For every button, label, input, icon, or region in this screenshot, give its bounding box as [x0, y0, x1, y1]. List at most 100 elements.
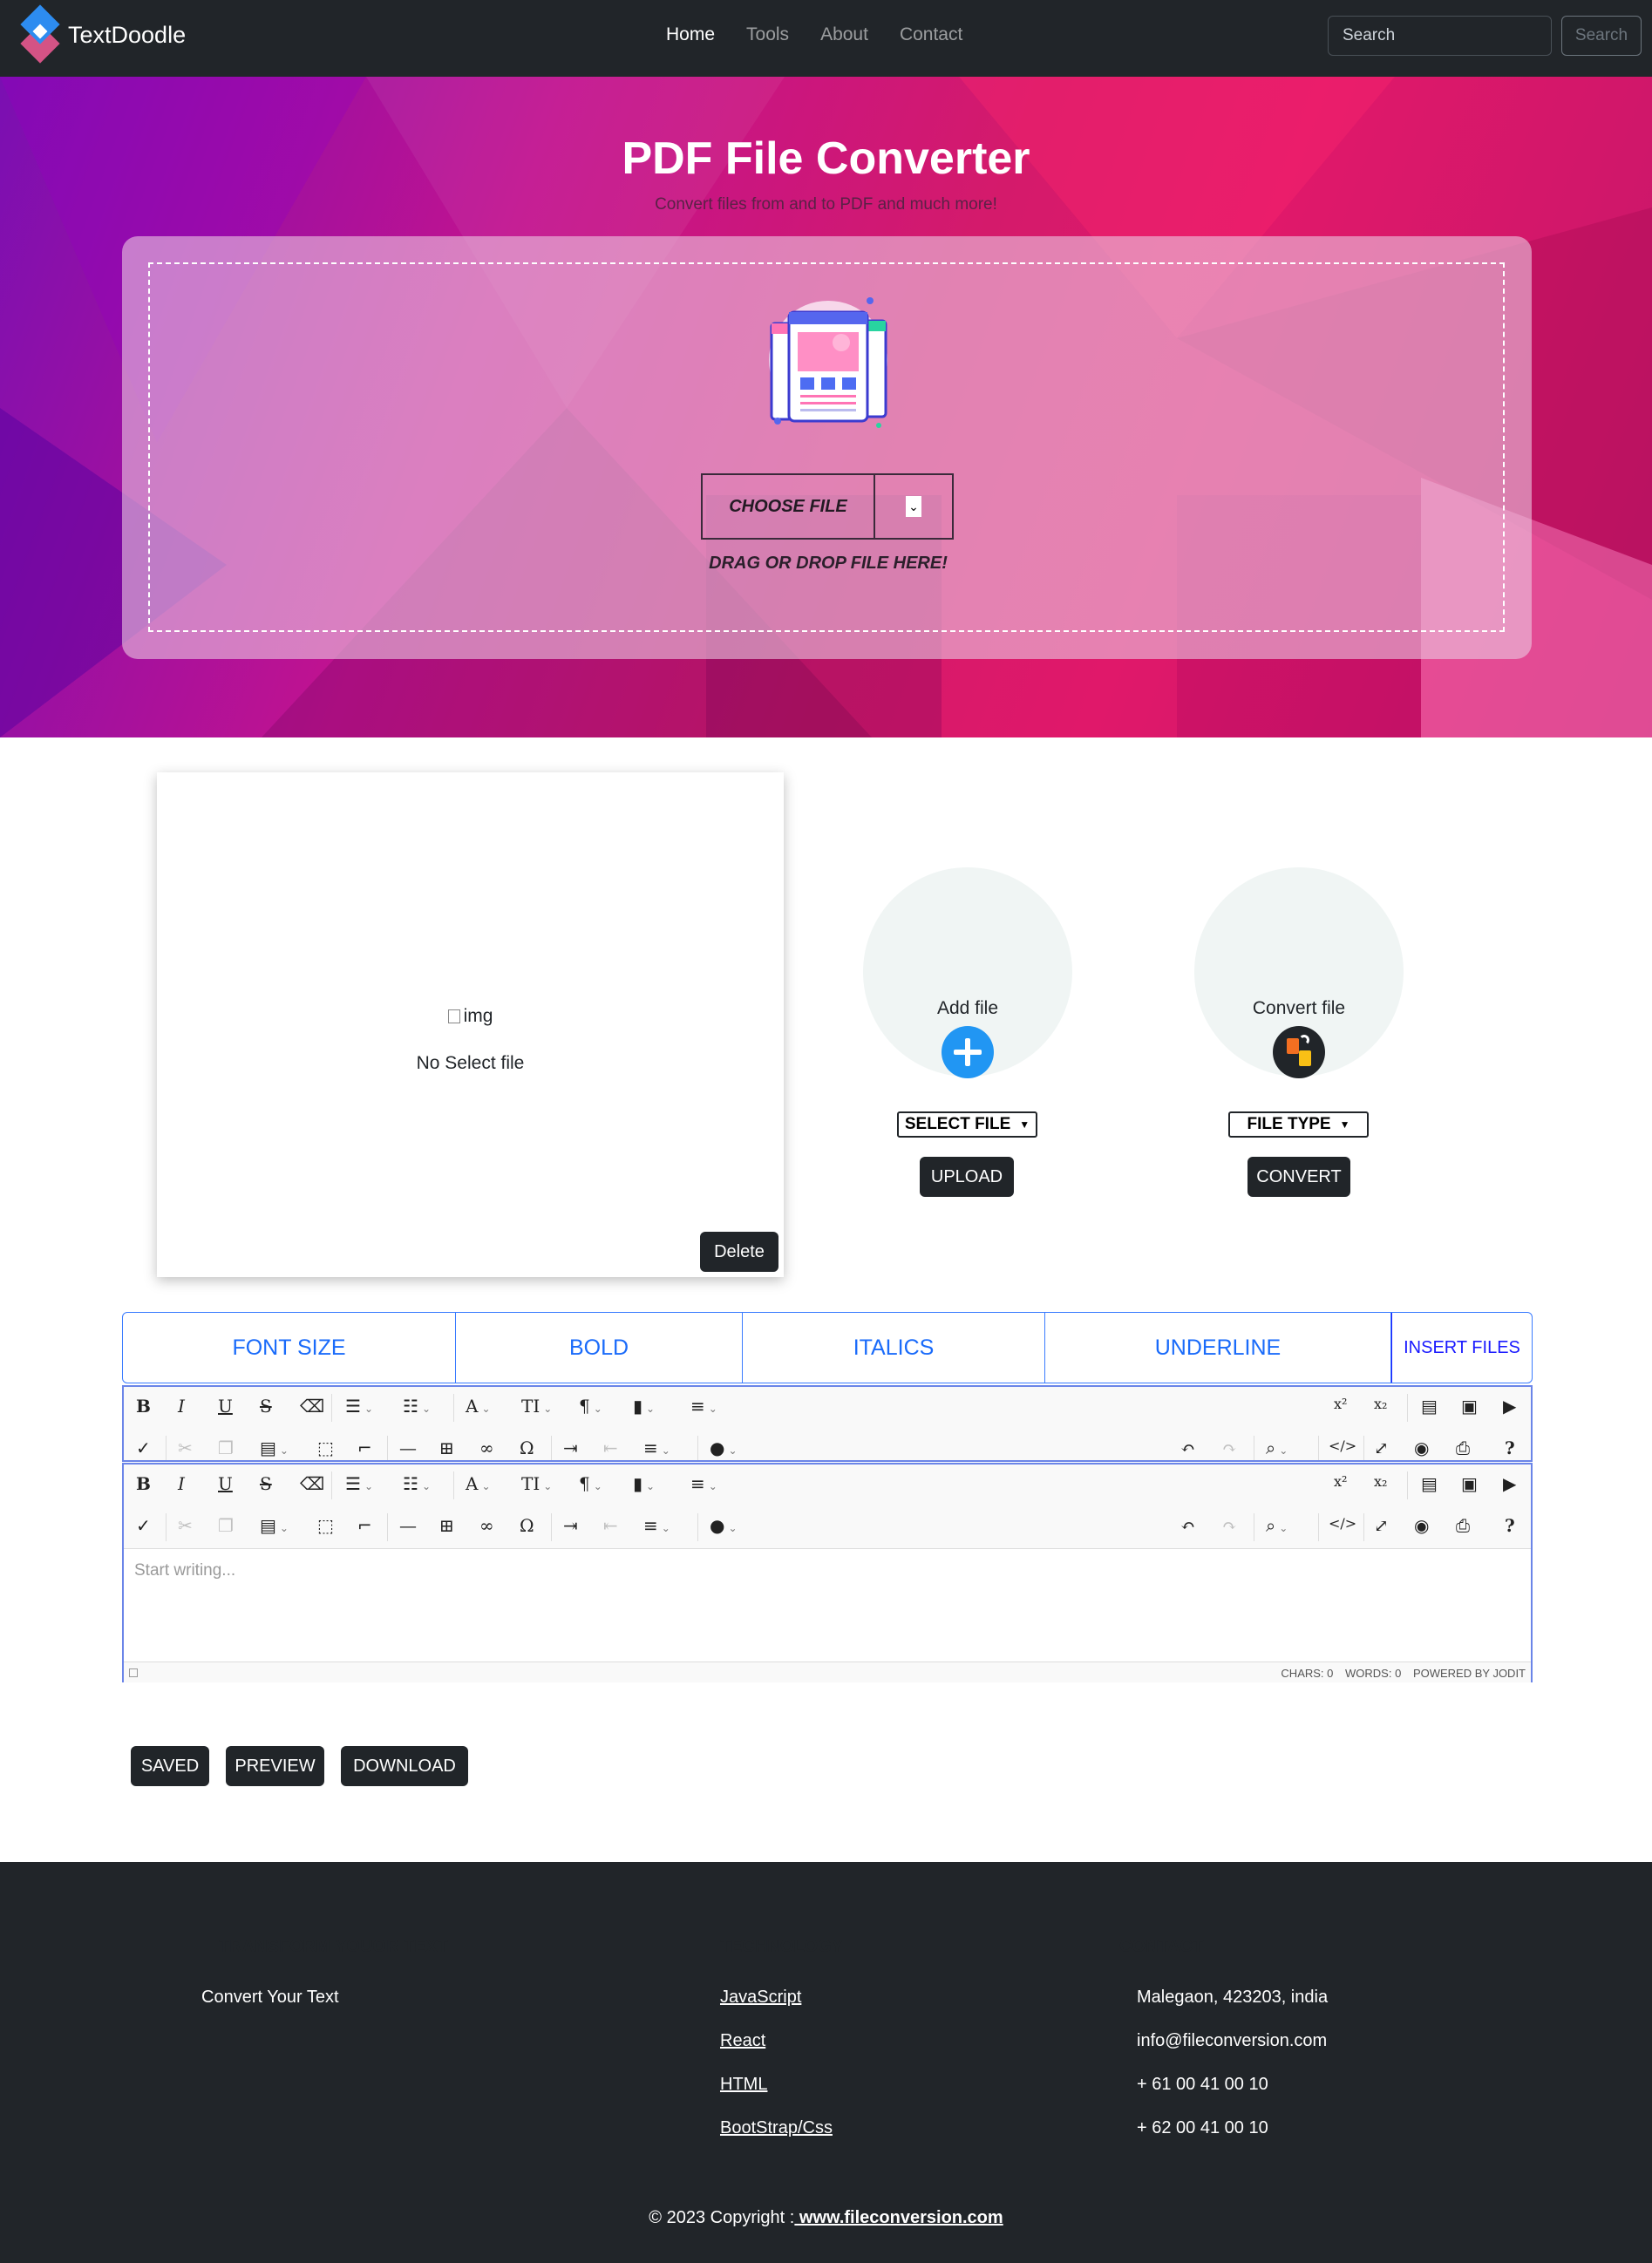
select-all-icon[interactable]: ⬚ — [317, 1515, 334, 1539]
fullsize-icon[interactable]: ⤢ — [1374, 1437, 1389, 1460]
paragraph-icon[interactable]: ¶ ⌄ — [579, 1396, 602, 1420]
horizontal-rule-icon[interactable]: — — [399, 1515, 417, 1539]
copy-icon[interactable]: ❐ — [218, 1437, 234, 1460]
download-button[interactable]: DOWNLOAD — [341, 1746, 468, 1786]
numbered-list-icon[interactable]: ☷ ⌄ — [403, 1473, 431, 1498]
brush-icon[interactable]: ● ⌄ — [710, 1515, 738, 1539]
image-icon[interactable]: ▣ — [1461, 1396, 1478, 1420]
help-icon[interactable]: ? — [1505, 1515, 1515, 1539]
superscript-icon[interactable]: x² — [1334, 1396, 1347, 1420]
underline-icon[interactable]: U — [218, 1396, 233, 1420]
search-input[interactable] — [1328, 16, 1552, 56]
bold-icon[interactable]: B — [136, 1473, 151, 1498]
copy-format-icon[interactable]: ⌐ — [357, 1437, 372, 1460]
link-icon[interactable]: ∞ — [479, 1515, 494, 1539]
spellcheck-icon[interactable]: ✓ — [136, 1437, 151, 1460]
video-icon[interactable]: ▶ — [1503, 1473, 1516, 1498]
brush-icon[interactable]: ● ⌄ — [710, 1437, 738, 1460]
tab-font-size[interactable]: FONT SIZE — [123, 1313, 456, 1383]
footer-link-javascript[interactable]: JavaScript — [720, 1988, 801, 2008]
subscript-icon[interactable]: x₂ — [1374, 1473, 1387, 1498]
italic-icon[interactable]: I — [178, 1473, 185, 1498]
nav-link-tools[interactable]: Tools — [746, 24, 789, 45]
editor-area[interactable]: Start writing... — [124, 1548, 1531, 1662]
choose-file-button[interactable]: CHOOSE FILE — [701, 473, 874, 540]
video-icon[interactable]: ▶ — [1503, 1396, 1516, 1420]
footer-link-react[interactable]: React — [720, 2031, 765, 2051]
strikethrough-icon[interactable]: S — [260, 1396, 272, 1420]
nav-link-home[interactable]: Home — [666, 24, 715, 45]
classes-icon[interactable]: ▮ ⌄ — [633, 1396, 655, 1420]
find-icon[interactable]: ⌕ ⌄ — [1266, 1515, 1288, 1539]
indent-icon[interactable]: ⇥ — [563, 1437, 578, 1460]
numbered-list-icon[interactable]: ☷ ⌄ — [403, 1396, 431, 1420]
bullet-list-icon[interactable]: ☰ ⌄ — [345, 1473, 373, 1498]
select-all-icon[interactable]: ⬚ — [317, 1437, 334, 1460]
indent-icon[interactable]: ⇥ — [563, 1515, 578, 1539]
cut-icon[interactable]: ✂ — [178, 1515, 193, 1539]
align-icon[interactable]: ≡ ⌄ — [643, 1515, 670, 1539]
outdent-icon[interactable]: ⇤ — [603, 1515, 618, 1539]
footer-link-bootstrap[interactable]: BootStrap/Css — [720, 2118, 833, 2138]
horizontal-rule-icon[interactable]: — — [399, 1437, 417, 1460]
brand[interactable]: TextDoodle — [20, 4, 186, 64]
tab-insert-files[interactable]: INSERT FILES — [1391, 1313, 1532, 1383]
print-icon[interactable]: ⎙ — [1456, 1437, 1470, 1460]
symbol-icon[interactable]: Ω — [520, 1515, 534, 1539]
powered-by-link[interactable]: POWERED BY JODIT — [1413, 1667, 1526, 1680]
copy-format-icon[interactable]: ⌐ — [357, 1515, 372, 1539]
choose-file-dropdown[interactable]: ⌄ — [874, 473, 954, 540]
help-icon[interactable]: ? — [1505, 1437, 1515, 1460]
redo-icon[interactable]: ↷ — [1222, 1437, 1237, 1460]
print-icon[interactable]: ⎙ — [1456, 1515, 1470, 1539]
search-button[interactable]: Search — [1561, 16, 1642, 56]
bold-icon[interactable]: B — [136, 1396, 151, 1420]
tab-bold[interactable]: BOLD — [456, 1313, 743, 1383]
eraser-icon[interactable]: ⌫ — [300, 1473, 324, 1498]
image-icon[interactable]: ▣ — [1461, 1473, 1478, 1498]
font-icon[interactable]: A ⌄ — [466, 1396, 491, 1420]
resize-handle-icon[interactable] — [129, 1668, 138, 1677]
tab-italics[interactable]: ITALICS — [743, 1313, 1045, 1383]
font-size-icon[interactable]: TI ⌄ — [521, 1396, 552, 1420]
superscript-icon[interactable]: x² — [1334, 1473, 1347, 1498]
paragraph-icon[interactable]: ¶ ⌄ — [579, 1473, 602, 1498]
convert-button[interactable]: CONVERT — [1247, 1157, 1350, 1197]
redo-icon[interactable]: ↷ — [1222, 1515, 1237, 1539]
bullet-list-icon[interactable]: ☰ ⌄ — [345, 1396, 373, 1420]
saved-button[interactable]: SAVED — [131, 1746, 209, 1786]
find-icon[interactable]: ⌕ ⌄ — [1266, 1437, 1288, 1460]
table-icon[interactable]: ⊞ — [439, 1437, 454, 1460]
align-icon[interactable]: ≡ ⌄ — [643, 1437, 670, 1460]
undo-icon[interactable]: ↶ — [1180, 1437, 1195, 1460]
font-size-icon[interactable]: TI ⌄ — [521, 1473, 552, 1498]
preview-icon[interactable]: ◉ — [1414, 1437, 1429, 1460]
file-icon[interactable]: ▤ — [1421, 1396, 1438, 1420]
footer-link-html[interactable]: HTML — [720, 2075, 767, 2095]
fullsize-icon[interactable]: ⤢ — [1374, 1515, 1389, 1539]
outdent-icon[interactable]: ⇤ — [603, 1437, 618, 1460]
select-file-dropdown[interactable]: SELECT FILE ▼ — [897, 1111, 1037, 1138]
symbol-icon[interactable]: Ω — [520, 1437, 534, 1460]
undo-icon[interactable]: ↶ — [1180, 1515, 1195, 1539]
cut-icon[interactable]: ✂ — [178, 1437, 193, 1460]
delete-button[interactable]: Delete — [700, 1232, 778, 1272]
nav-link-contact[interactable]: Contact — [900, 24, 962, 45]
classes-icon[interactable]: ▮ ⌄ — [633, 1473, 655, 1498]
line-height-icon[interactable]: ≡ ⌄ — [690, 1473, 717, 1498]
nav-link-about[interactable]: About — [820, 24, 868, 45]
drop-zone[interactable]: CHOOSE FILE ⌄ DRAG OR DROP FILE HERE! — [148, 262, 1505, 632]
underline-icon[interactable]: U — [218, 1473, 233, 1498]
strikethrough-icon[interactable]: S — [260, 1473, 272, 1498]
table-icon[interactable]: ⊞ — [439, 1515, 454, 1539]
file-icon[interactable]: ▤ — [1421, 1473, 1438, 1498]
paste-icon[interactable]: ▤ ⌄ — [260, 1437, 289, 1460]
preview-icon[interactable]: ◉ — [1414, 1515, 1429, 1539]
italic-icon[interactable]: I — [178, 1396, 185, 1420]
convert-icon[interactable] — [1273, 1026, 1325, 1078]
source-icon[interactable]: </> — [1329, 1437, 1356, 1460]
font-icon[interactable]: A ⌄ — [466, 1473, 491, 1498]
link-icon[interactable]: ∞ — [479, 1437, 494, 1460]
plus-icon[interactable] — [942, 1026, 994, 1078]
copyright-link[interactable]: www.fileconversion.com — [794, 2208, 1003, 2227]
